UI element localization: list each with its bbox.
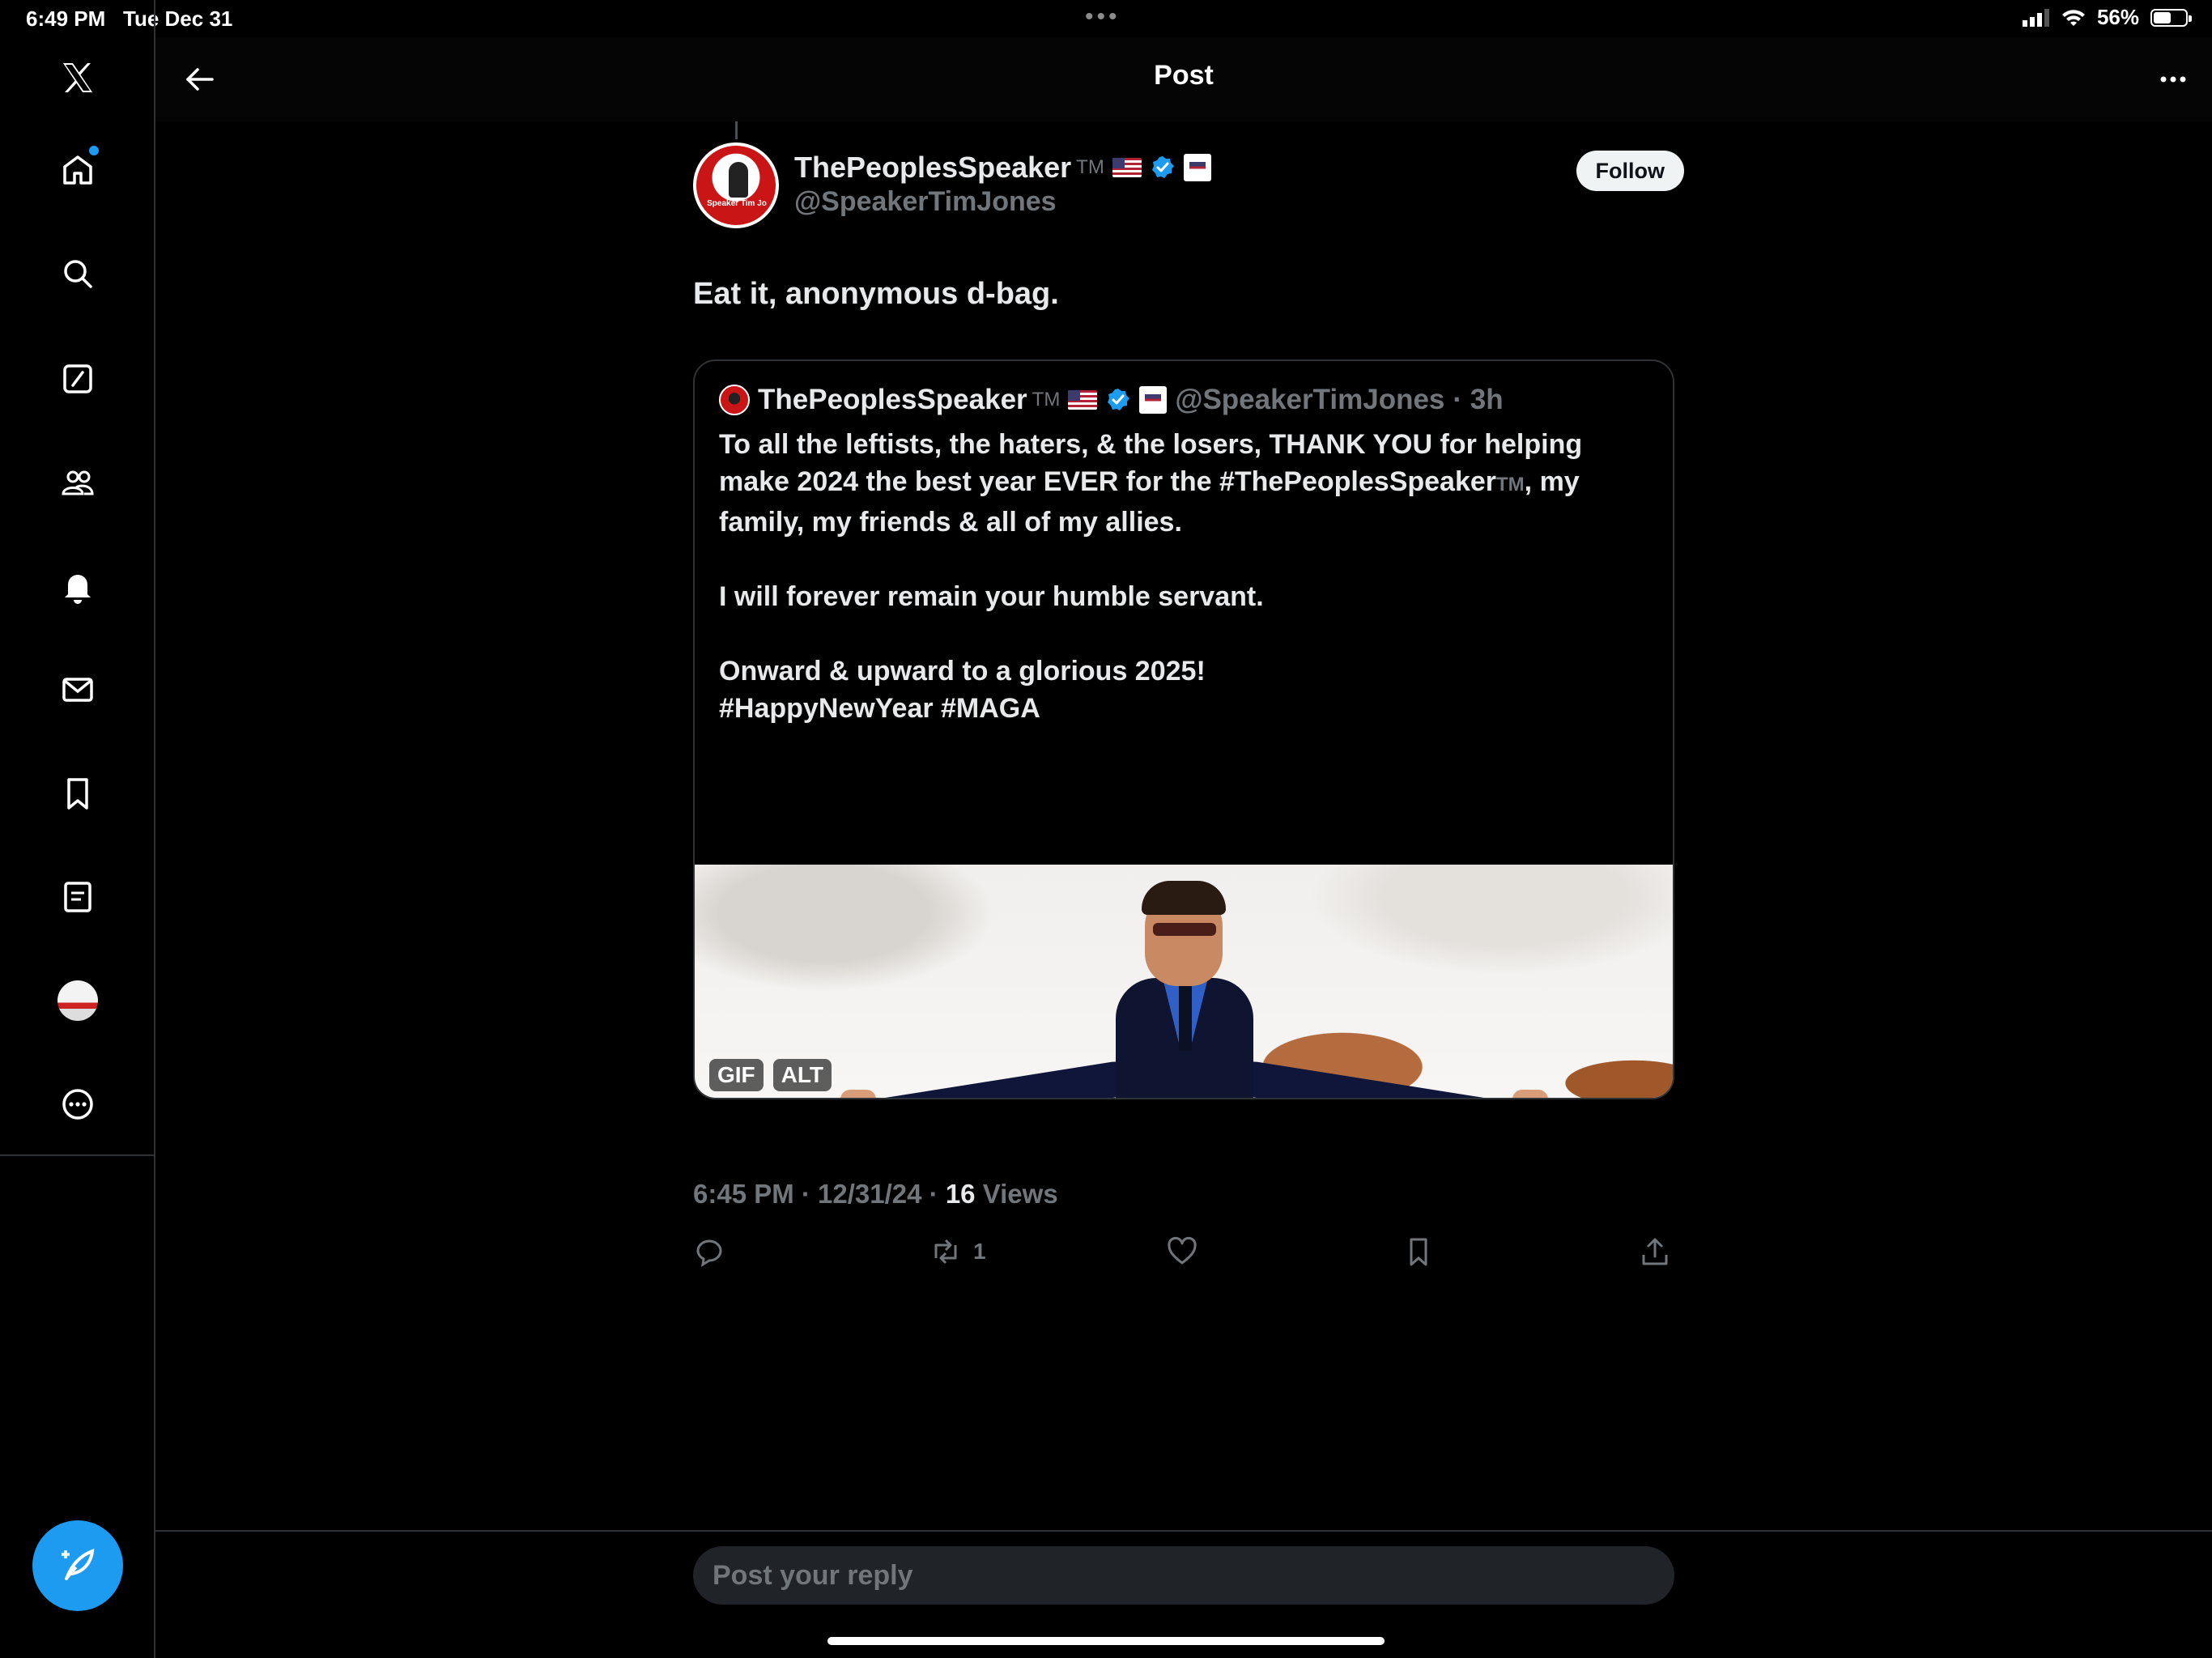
author-handle[interactable]: @SpeakerTimJones: [794, 186, 1057, 218]
follow-button[interactable]: Follow: [1576, 151, 1684, 191]
messages-icon[interactable]: [45, 657, 110, 722]
verified-badge-icon[interactable]: [1150, 155, 1176, 181]
notifications-icon[interactable]: [45, 554, 110, 619]
lists-icon[interactable]: [45, 865, 110, 929]
author-name-row: ThePeoplesSpeaker TM: [794, 151, 1211, 185]
compose-post-button[interactable]: [32, 1520, 123, 1611]
quoted-author-handle: @SpeakerTimJones: [1175, 384, 1445, 415]
home-notification-dot: [89, 146, 99, 155]
affiliate-badge-icon[interactable]: [1183, 154, 1211, 181]
home-icon[interactable]: [45, 138, 110, 202]
repost-icon: [934, 1239, 957, 1265]
post-timestamp[interactable]: 6:45 PM · 12/31/24 ·: [693, 1179, 946, 1209]
bookmark-icon: [1410, 1238, 1427, 1266]
sidebar: [0, 0, 155, 1658]
profile-avatar[interactable]: [45, 968, 110, 1033]
share-button[interactable]: [1639, 1219, 1671, 1284]
post-actions: 1: [693, 1219, 1674, 1284]
views-count: 16: [945, 1179, 976, 1209]
wifi-icon: [2061, 9, 2085, 26]
quoted-post-text: To all the leftists, the haters, & the l…: [719, 426, 1650, 727]
quoted-line-4: #HappyNewYear #MAGA: [719, 693, 1040, 724]
post-options-button[interactable]: [2150, 57, 2196, 102]
page-title: Post: [1154, 60, 1214, 91]
thread-line: [735, 121, 738, 139]
more-horizontal-icon: [2160, 76, 2186, 83]
more-icon[interactable]: [45, 1072, 110, 1137]
sidebar-divider: [0, 1154, 155, 1156]
like-button[interactable]: [1166, 1219, 1210, 1284]
post-meta: 6:45 PM · 12/31/24 · 16 Views: [693, 1179, 1058, 1209]
heart-icon: [1168, 1236, 1197, 1265]
reply-button[interactable]: [693, 1219, 737, 1284]
quoted-author-name: ThePeoplesSpeaker: [758, 384, 1027, 415]
multitasking-dots-icon[interactable]: •••: [1085, 3, 1121, 31]
avatar-caption: Speaker Tim Jo: [707, 199, 767, 208]
compose-post-icon: [62, 1548, 95, 1580]
author-avatar[interactable]: Speaker Tim Jo: [693, 142, 779, 228]
views-label: Views: [975, 1179, 1058, 1209]
quoted-post-header: ThePeoplesSpeaker TM @SpeakerTimJones · …: [719, 384, 1504, 416]
gif-badge: GIF: [709, 1059, 764, 1091]
quoted-gif-media[interactable]: GIF ALT: [695, 865, 1673, 1098]
cellular-signal-icon: [2022, 8, 2049, 27]
media-badges: GIF ALT: [709, 1059, 832, 1091]
battery-percent: 56%: [2096, 5, 2139, 29]
x-logo-icon[interactable]: [45, 45, 110, 110]
quoted-post-time: · 3h: [1453, 384, 1504, 415]
share-icon: [1642, 1238, 1668, 1265]
us-flag-icon: [1068, 390, 1098, 410]
quoted-line-3: Onward & upward to a glorious 2025!: [719, 656, 1206, 687]
repost-button[interactable]: 1: [929, 1219, 986, 1284]
bookmark-button[interactable]: [1402, 1219, 1446, 1284]
us-flag-icon: [1112, 158, 1142, 177]
post-text: Eat it, anonymous d-bag.: [693, 277, 1059, 311]
quoted-line-2: I will forever remain your humble servan…: [719, 581, 1264, 612]
search-icon[interactable]: [45, 241, 110, 306]
status-bar: 6:49 PM Tue Dec 31 ••• 56%: [0, 0, 2212, 37]
status-right: 56%: [2022, 5, 2192, 30]
trademark-mark: TM: [1076, 156, 1104, 178]
quoted-line-1: To all the leftists, the haters, & the l…: [719, 429, 1583, 538]
author-display-name[interactable]: ThePeoplesSpeaker: [794, 151, 1071, 185]
top-header: Post: [155, 37, 2212, 121]
quoted-post[interactable]: ThePeoplesSpeaker TM @SpeakerTimJones · …: [693, 359, 1674, 1099]
communities-icon[interactable]: [45, 450, 110, 515]
alt-badge[interactable]: ALT: [772, 1059, 832, 1091]
bookmarks-icon[interactable]: [45, 761, 110, 826]
quoted-trademark-mark: TM: [1032, 389, 1061, 410]
verified-badge-icon: [1108, 389, 1130, 410]
grok-icon[interactable]: [45, 346, 110, 411]
battery-icon: [2150, 8, 2192, 27]
home-indicator[interactable]: [827, 1637, 1385, 1645]
quoted-author-avatar: [719, 385, 750, 415]
reply-icon: [696, 1239, 722, 1267]
repost-count: 1: [973, 1239, 986, 1264]
affiliate-badge-icon: [1139, 386, 1168, 414]
reply-input[interactable]: Post your reply: [693, 1546, 1674, 1605]
